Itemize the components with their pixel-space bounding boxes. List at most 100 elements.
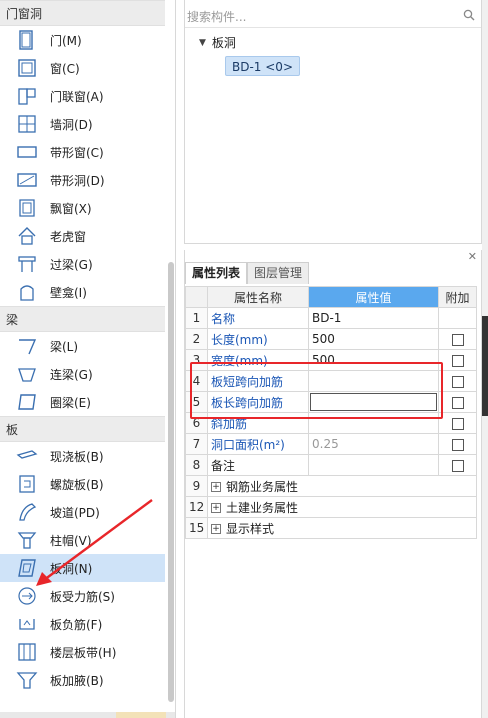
attach-checkbox[interactable] [451,459,464,472]
component-type-label: 坡道(PD) [50,505,100,520]
component-type-item[interactable]: 飘窗(X) [0,194,165,222]
attach-cell[interactable] [438,412,477,434]
attach-cell[interactable] [438,370,477,392]
property-group-row[interactable]: 9 + 钢筋业务属性 [185,475,477,497]
component-type-label: 柱帽(V) [50,533,92,548]
negative-rebar-icon [16,613,38,635]
attach-checkbox[interactable] [451,333,464,346]
expand-plus-icon[interactable]: + [211,482,221,492]
component-type-item[interactable]: 窗(C) [0,54,165,82]
collapse-arrow-icon[interactable]: ▼ [199,38,206,48]
component-type-label: 梁(L) [50,339,79,354]
component-type-label: 连梁(G) [50,367,93,382]
search-input[interactable] [187,7,457,27]
component-type-item[interactable]: 壁龛(I) [0,278,165,306]
attach-checkbox[interactable] [451,375,464,388]
component-type-label: 老虎窗 [50,229,87,244]
component-type-item[interactable]: 墙洞(D) [0,110,165,138]
component-type-item[interactable]: 现浇板(B) [0,442,165,470]
cast-slab-icon [16,445,38,467]
slab-haunch-icon [16,669,38,691]
bay-window-icon [16,197,38,219]
property-panel: ✕ 属性列表 图层管理 属性名称 属性值 附加 1 名称 BD-1 2 长度(mm) 50… [184,250,482,718]
tab-property-list[interactable]: 属性列表 [185,262,248,284]
component-type-label: 现浇板(B) [50,449,104,464]
tree-leaf-bd-1[interactable]: BD-1 <0> [225,56,300,76]
component-type-item[interactable]: 板受力筋(S) [0,582,165,610]
component-type-label: 螺旋板(B) [50,477,104,492]
component-type-label: 过梁(G) [50,257,93,272]
slab-hole-icon [16,557,38,579]
component-type-item[interactable]: 楼层板带(H) [0,638,165,666]
component-type-list: 门窗洞 门(M) 窗(C) 门联窗(A) 墙洞(D) 带形窗(C) 带形洞(D) 飘窗(X) 老… [0,0,175,694]
component-type-label: 壁龛(I) [50,285,87,300]
property-row[interactable]: 2 长度(mm) 500 [185,328,477,350]
ring-beam-icon [16,391,38,413]
component-type-item[interactable]: 带形窗(C) [0,138,165,166]
right-edge-handle[interactable] [482,316,488,416]
property-group-name[interactable]: + 显示样式 [207,517,477,539]
attach-checkbox[interactable] [451,396,464,409]
attach-checkbox[interactable] [451,354,464,367]
category-header[interactable]: 门窗洞 [0,0,165,26]
property-row[interactable]: 1 名称 BD-1 [185,307,477,329]
component-type-item[interactable]: 连梁(G) [0,360,165,388]
row-number: 15 [185,517,208,539]
component-type-item[interactable]: 门(M) [0,26,165,54]
attach-cell[interactable] [438,328,477,350]
niche-icon [16,281,38,303]
property-group-name[interactable]: + 土建业务属性 [207,496,477,518]
category-header[interactable]: 梁 [0,306,165,332]
row-number: 2 [185,328,208,350]
component-type-item[interactable]: 过梁(G) [0,250,165,278]
tab-layer-management[interactable]: 图层管理 [247,262,310,284]
category-header[interactable]: 板 [0,416,165,442]
component-type-label: 楼层板带(H) [50,645,117,660]
component-type-item[interactable]: 圈梁(E) [0,388,165,416]
tree-node-label: 板洞 [211,36,236,50]
component-type-item[interactable]: 坡道(PD) [0,498,165,526]
component-type-item[interactable]: 门联窗(A) [0,82,165,110]
component-type-item[interactable]: 板加腋(B) [0,666,165,694]
property-row[interactable]: 7 洞口面积(m²) 0.25 [185,433,477,455]
expand-plus-icon[interactable]: + [211,503,221,513]
search-icon[interactable] [463,9,475,24]
component-type-item[interactable]: 板负筋(F) [0,610,165,638]
property-value-cell[interactable]: BD-1 [308,307,439,329]
attach-cell[interactable] [438,391,477,413]
property-value-cell[interactable]: 500 [308,328,439,350]
strip-window-icon [16,141,38,163]
attach-cell[interactable] [438,349,477,371]
component-type-panel: 门窗洞 门(M) 窗(C) 门联窗(A) 墙洞(D) 带形窗(C) 带形洞(D) 飘窗(X) 老… [0,0,176,718]
spiral-slab-icon [16,473,38,495]
left-scrollbar[interactable] [168,262,174,702]
property-value-cell[interactable]: 0.25 [308,433,439,455]
attach-cell[interactable] [438,433,477,455]
component-type-label: 带形窗(C) [50,145,104,160]
property-value-cell[interactable] [308,454,439,476]
component-type-item[interactable]: 老虎窗 [0,222,165,250]
attach-checkbox[interactable] [451,417,464,430]
component-type-label: 板受力筋(S) [50,589,115,604]
property-name-cell: 长度(mm) [207,328,309,350]
property-group-row[interactable]: 15 + 显示样式 [185,517,477,539]
property-name-header: 属性名称 [207,286,309,308]
component-type-label: 窗(C) [50,61,80,76]
row-number: 7 [185,433,208,455]
close-icon[interactable]: ✕ [468,250,477,263]
component-type-item[interactable]: 梁(L) [0,332,165,360]
component-type-item[interactable]: 板洞(N) [0,554,165,582]
component-type-item[interactable]: 带形洞(D) [0,166,165,194]
property-group-name[interactable]: + 钢筋业务属性 [207,475,477,497]
property-row[interactable]: 8 备注 [185,454,477,476]
expand-plus-icon[interactable]: + [211,524,221,534]
component-type-item[interactable]: 螺旋板(B) [0,470,165,498]
strip-opening-icon [16,169,38,191]
property-group-row[interactable]: 12 + 土建业务属性 [185,496,477,518]
attach-cell[interactable] [438,307,477,329]
component-type-item[interactable]: 柱帽(V) [0,526,165,554]
attach-cell[interactable] [438,454,477,476]
attach-checkbox[interactable] [451,438,464,451]
component-type-label: 带形洞(D) [50,173,105,188]
tree-node-slab-hole[interactable]: ▼ 板洞 [199,34,236,51]
